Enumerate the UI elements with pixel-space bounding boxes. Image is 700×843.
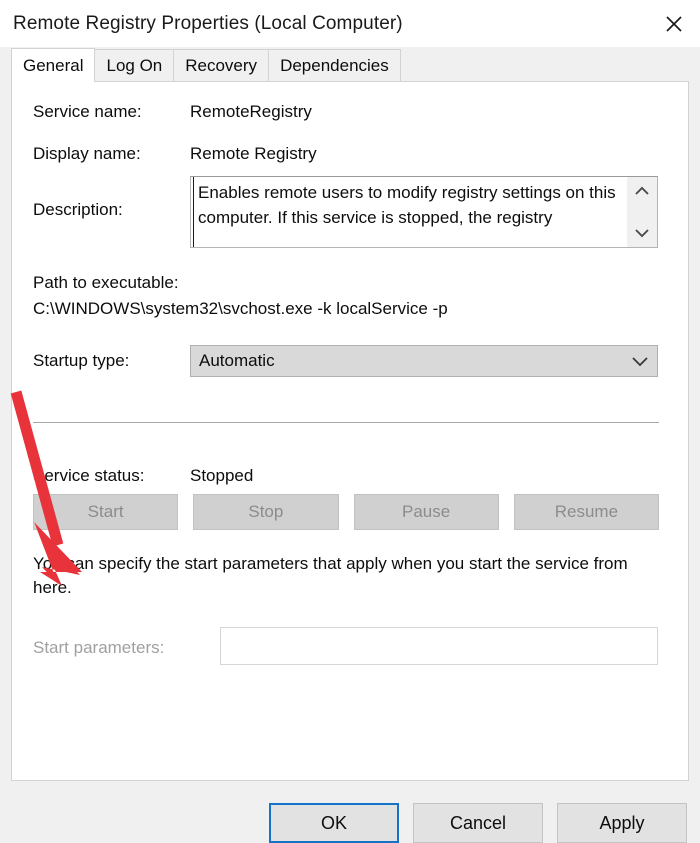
- tab-recovery[interactable]: Recovery: [173, 49, 269, 81]
- path-label: Path to executable:: [33, 270, 448, 296]
- service-status-label: Service status:: [33, 466, 145, 486]
- tab-dependencies[interactable]: Dependencies: [268, 49, 401, 81]
- description-scrollbar[interactable]: [626, 177, 657, 247]
- start-parameters-input[interactable]: [220, 627, 658, 665]
- startup-type-label: Startup type:: [33, 351, 129, 371]
- tab-log-on[interactable]: Log On: [94, 49, 174, 81]
- path-value: C:\WINDOWS\system32\svchost.exe -k local…: [33, 296, 448, 322]
- display-name-row: Display name:: [33, 144, 141, 164]
- tab-dependencies-label: Dependencies: [280, 56, 389, 76]
- resume-button[interactable]: Resume: [514, 494, 659, 530]
- section-divider: [33, 422, 659, 423]
- service-status-value-wrap: Stopped: [190, 466, 253, 486]
- tab-log-on-label: Log On: [106, 56, 162, 76]
- tab-panel-general: Service name: RemoteRegistry Display nam…: [11, 81, 689, 781]
- description-textbox[interactable]: Enables remote users to modify registry …: [190, 176, 658, 248]
- chevron-down-icon[interactable]: [634, 228, 650, 238]
- start-parameters-help-text: You can specify the start parameters tha…: [33, 552, 653, 600]
- pause-button[interactable]: Pause: [354, 494, 499, 530]
- tab-general-label: General: [23, 56, 83, 76]
- start-parameters-row: Start parameters:: [33, 638, 164, 658]
- chevron-down-icon[interactable]: [623, 356, 657, 367]
- resume-button-label: Resume: [555, 502, 618, 522]
- ok-button[interactable]: OK: [269, 803, 399, 843]
- apply-button-label: Apply: [599, 813, 644, 834]
- path-to-executable-block: Path to executable: C:\WINDOWS\system32\…: [33, 270, 448, 322]
- apply-button[interactable]: Apply: [557, 803, 687, 843]
- service-properties-dialog: Remote Registry Properties (Local Comput…: [0, 0, 700, 811]
- tab-general[interactable]: General: [11, 48, 95, 82]
- tab-recovery-label: Recovery: [185, 56, 257, 76]
- pause-button-label: Pause: [402, 502, 450, 522]
- service-name-label: Service name:: [33, 102, 142, 122]
- service-name-row: Service name:: [33, 102, 142, 122]
- startup-type-row: Startup type:: [33, 351, 129, 371]
- startup-type-select[interactable]: Automatic: [190, 345, 658, 377]
- dialog-footer: OK Cancel Apply: [0, 781, 700, 843]
- tab-strip: General Log On Recovery Dependencies: [0, 47, 700, 81]
- service-name-value-wrap: RemoteRegistry: [190, 102, 312, 122]
- stop-button[interactable]: Stop: [193, 494, 338, 530]
- start-button[interactable]: Start: [33, 494, 178, 530]
- display-name-label: Display name:: [33, 144, 141, 164]
- cancel-button-label: Cancel: [450, 813, 506, 834]
- description-label: Description:: [33, 200, 123, 220]
- description-value: Enables remote users to modify registry …: [193, 177, 626, 247]
- service-name-value: RemoteRegistry: [190, 102, 312, 122]
- chevron-up-icon[interactable]: [634, 186, 650, 196]
- window-title: Remote Registry Properties (Local Comput…: [0, 13, 403, 35]
- ok-button-label: OK: [321, 813, 347, 834]
- start-button-label: Start: [88, 502, 124, 522]
- service-status-value: Stopped: [190, 466, 253, 486]
- start-parameters-label: Start parameters:: [33, 638, 164, 658]
- startup-type-value: Automatic: [191, 351, 623, 371]
- description-row: Description:: [33, 200, 123, 220]
- titlebar: Remote Registry Properties (Local Comput…: [0, 0, 700, 47]
- close-icon[interactable]: [648, 0, 700, 47]
- stop-button-label: Stop: [248, 502, 283, 522]
- cancel-button[interactable]: Cancel: [413, 803, 543, 843]
- display-name-value-wrap: Remote Registry: [190, 144, 317, 164]
- service-status-row: Service status:: [33, 466, 145, 486]
- display-name-value: Remote Registry: [190, 144, 317, 164]
- service-action-buttons: Start Stop Pause Resume: [33, 494, 659, 530]
